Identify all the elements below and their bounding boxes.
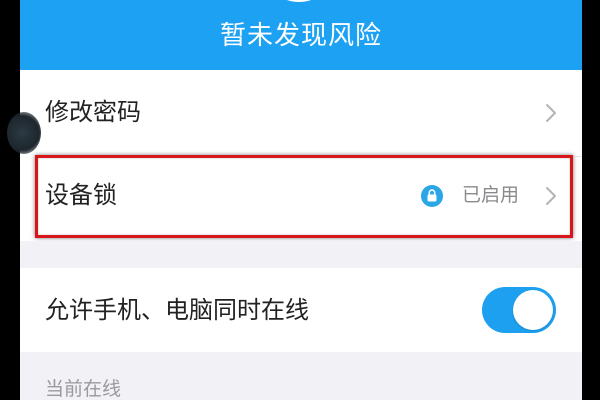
risk-status-banner: 暂未发现风险 [20, 0, 582, 70]
change-password-row[interactable]: 修改密码 [20, 70, 582, 156]
chevron-right-icon [546, 104, 556, 122]
lock-icon [421, 185, 443, 207]
current-online-label: 当前在线 [45, 379, 122, 400]
chevron-right-icon [546, 187, 556, 205]
device-lock-label: 设备锁 [45, 182, 117, 209]
device-lock-row[interactable]: 设备锁 已启用 [20, 157, 582, 241]
multi-online-label: 允许手机、电脑同时在线 [45, 297, 309, 324]
edge-reflection [7, 112, 41, 154]
banner-title: 暂未发现风险 [219, 20, 382, 50]
section-spacer [20, 241, 582, 268]
security-settings-screen: 暂未发现风险 修改密码 设备锁 已启用 允许手机、电脑同时在线 当前在线 [20, 0, 582, 400]
status-ring-icon [265, 0, 333, 2]
change-password-label: 修改密码 [45, 99, 141, 126]
device-lock-status: 已启用 [462, 185, 520, 206]
multi-online-toggle[interactable] [482, 287, 556, 333]
toggle-knob [513, 290, 553, 330]
